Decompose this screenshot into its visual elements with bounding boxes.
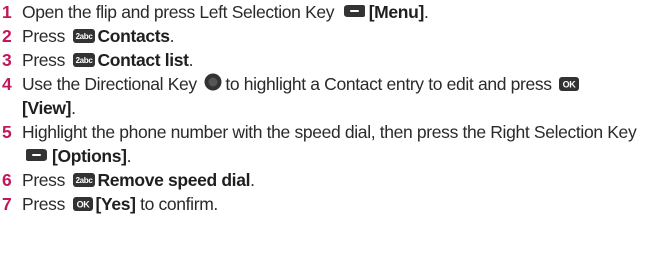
step-2: 2 Press 2abc Contacts. xyxy=(0,24,651,48)
step-number: 3 xyxy=(2,50,12,70)
step-1: 1 Open the flip and press Left Selection… xyxy=(0,0,651,24)
step-text-end: . xyxy=(126,146,132,166)
step-5: 5 Highlight the phone number with the sp… xyxy=(0,120,642,168)
instruction-steps: 1 Open the flip and press Left Selection… xyxy=(0,0,651,216)
right-selection-key-icon xyxy=(25,147,49,163)
step-number: 4 xyxy=(2,74,12,94)
step-6: 6 Press 2abc Remove speed dial. xyxy=(0,168,651,192)
svg-text:OK: OK xyxy=(563,80,577,90)
key-2abc-icon: 2abc xyxy=(72,173,95,187)
step-text: Use the Directional Key xyxy=(22,74,197,94)
svg-text:2abc: 2abc xyxy=(75,32,93,41)
softkey-label: [Yes] xyxy=(95,194,136,214)
softkey-label: [Options] xyxy=(52,146,127,166)
step-7: 7 Press OK [Yes] to confirm. xyxy=(0,192,651,216)
step-text-middle: to highlight a Contact entry to edit and… xyxy=(225,74,552,94)
step-text-end: . xyxy=(169,26,175,46)
ok-key-icon: OK xyxy=(559,77,580,91)
directional-key-icon xyxy=(204,73,222,91)
step-number: 6 xyxy=(2,170,12,190)
step-text: Highlight the phone number with the spee… xyxy=(22,122,637,142)
softkey-label: [Menu] xyxy=(368,2,425,22)
step-text: Press xyxy=(22,50,65,70)
step-4: 4 Use the Directional Key to highlight a… xyxy=(0,72,651,96)
softkey-label: [View] xyxy=(22,98,72,118)
svg-text:OK: OK xyxy=(76,200,90,210)
key-2abc-icon: 2abc xyxy=(72,53,95,67)
step-4-continued: [View]. xyxy=(0,96,651,120)
menu-item-label: Remove speed dial xyxy=(97,170,251,190)
step-text-end: to confirm. xyxy=(140,194,218,214)
step-text-end: . xyxy=(250,170,255,190)
left-selection-key-icon xyxy=(342,3,366,19)
svg-text:2abc: 2abc xyxy=(75,176,93,185)
key-2abc-icon: 2abc xyxy=(72,29,95,43)
menu-item-label: Contacts xyxy=(97,26,170,46)
step-text-end: . xyxy=(71,98,76,118)
step-text-end: . xyxy=(188,50,194,70)
step-number: 5 xyxy=(2,122,12,142)
step-number: 2 xyxy=(2,26,12,46)
step-3: 3 Press 2abc Contact list. xyxy=(0,48,651,72)
step-text: Press xyxy=(22,26,65,46)
step-number: 1 xyxy=(2,2,12,22)
step-text: Press xyxy=(22,170,65,190)
menu-item-label: Contact list xyxy=(97,50,189,70)
step-number: 7 xyxy=(2,194,12,214)
svg-text:2abc: 2abc xyxy=(75,56,93,65)
ok-key-icon: OK xyxy=(72,197,93,211)
step-text: Press xyxy=(22,194,65,214)
step-text-end: . xyxy=(423,2,429,22)
step-text: Open the flip and press Left Selection K… xyxy=(22,2,335,22)
